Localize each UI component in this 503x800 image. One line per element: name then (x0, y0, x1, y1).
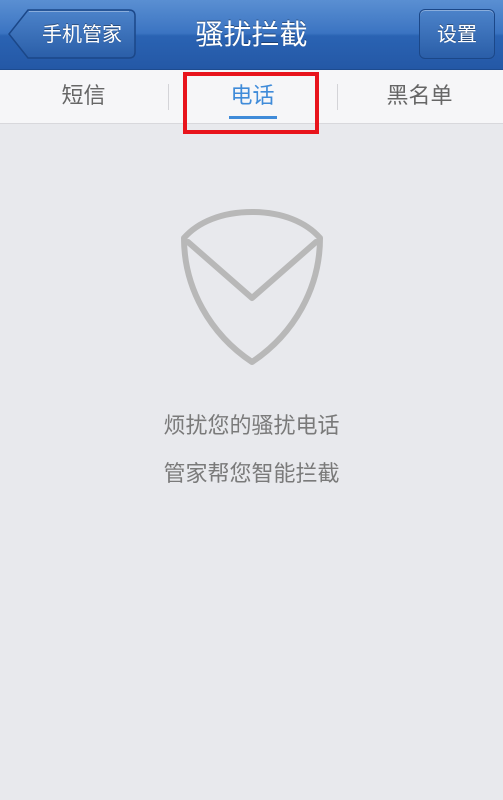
shield-icon (181, 209, 323, 365)
empty-state-line-2: 管家帮您智能拦截 (163, 462, 340, 487)
tab-blacklist[interactable]: 黑名单 (336, 70, 503, 123)
navigation-bar: 手机管家 骚扰拦截 设置 (0, 0, 503, 70)
back-button[interactable]: 手机管家 (8, 9, 136, 59)
page-title: 骚扰拦截 (195, 18, 308, 51)
settings-button[interactable]: 设置 (419, 9, 495, 59)
back-button-label: 手机管家 (42, 22, 122, 46)
highlight-annotation-box (183, 72, 319, 134)
empty-state-line-1: 烦扰您的骚扰电话 (163, 414, 340, 439)
tab-sms[interactable]: 短信 (0, 70, 167, 123)
